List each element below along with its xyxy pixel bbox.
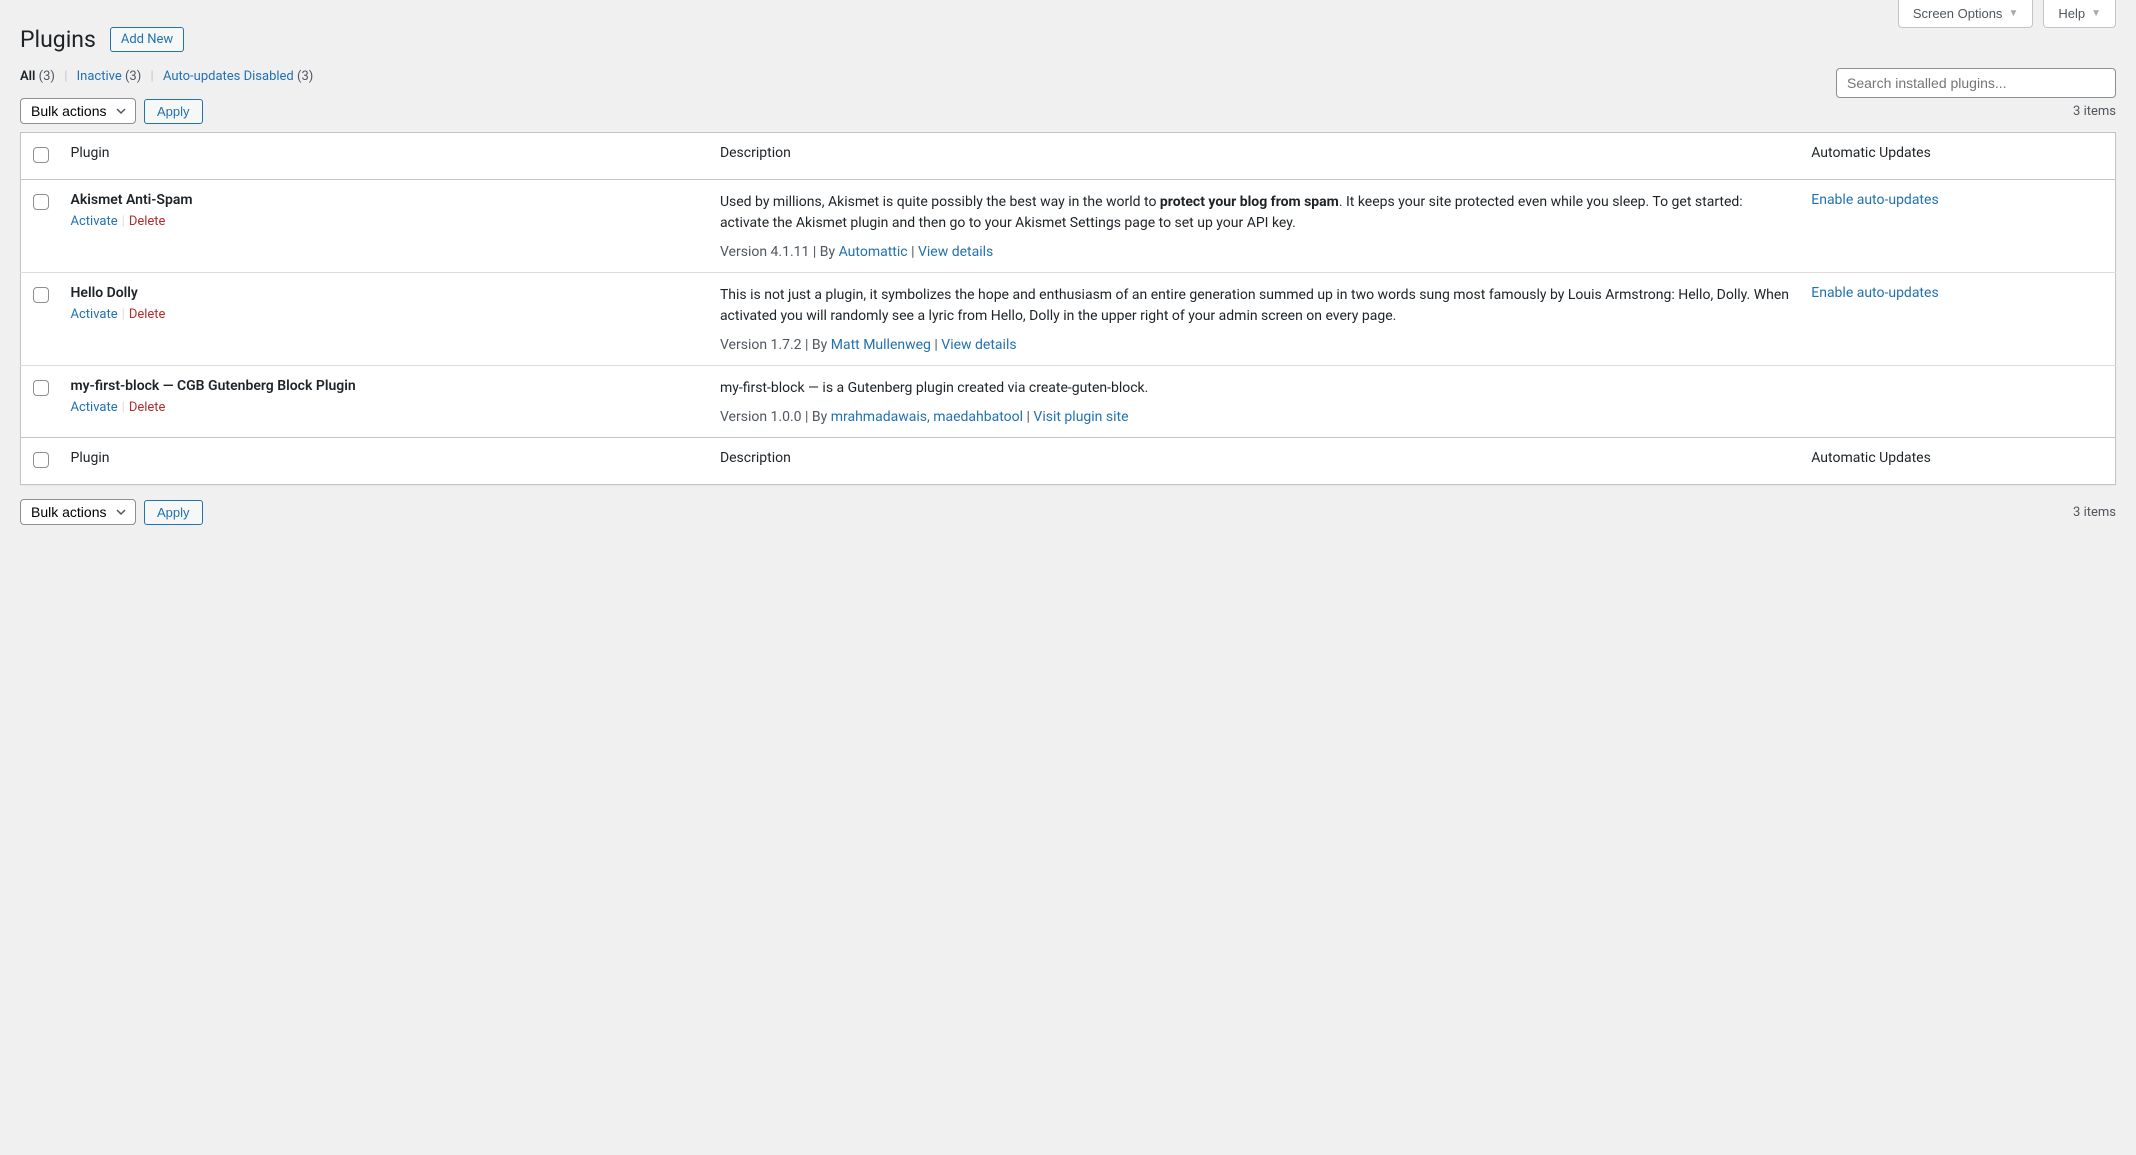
activate-link[interactable]: Activate <box>71 400 118 415</box>
delete-link[interactable]: Delete <box>129 214 166 229</box>
filter-all[interactable]: All <box>20 69 35 84</box>
delete-link[interactable]: Delete <box>129 307 166 322</box>
column-auto-updates: Automatic Updates <box>1801 133 2115 180</box>
plugin-author-link[interactable]: mrahmadawais, maedahbatool <box>831 409 1023 425</box>
select-all-bottom[interactable] <box>33 452 49 468</box>
help-label: Help <box>2058 6 2085 21</box>
column-plugin-footer: Plugin <box>61 438 710 485</box>
search-input[interactable] <box>1836 68 2116 98</box>
screen-options-label: Screen Options <box>1913 6 2003 21</box>
plugin-description: Used by millions, Akismet is quite possi… <box>720 192 1791 234</box>
activate-link[interactable]: Activate <box>71 214 118 229</box>
delete-link[interactable]: Delete <box>129 400 166 415</box>
plugin-name: Hello Dolly <box>71 285 700 301</box>
screen-options-button[interactable]: Screen Options ▼ <box>1898 0 2034 28</box>
apply-button-top[interactable]: Apply <box>144 99 203 124</box>
plugin-author-link[interactable]: Automattic <box>839 244 908 260</box>
table-row: my-first-block — CGB Gutenberg Block Plu… <box>21 366 2116 438</box>
plugin-meta: Version 1.0.0 | By mrahmadawais, maedahb… <box>720 409 1791 425</box>
plugin-details-link[interactable]: Visit plugin site <box>1033 409 1128 425</box>
plugin-meta: Version 1.7.2 | By Matt Mullenweg | View… <box>720 337 1791 353</box>
plugin-name: Akismet Anti-Spam <box>71 192 700 208</box>
filter-auto-updates-disabled[interactable]: Auto-updates Disabled <box>163 69 294 84</box>
row-checkbox[interactable] <box>33 194 49 210</box>
plugin-status-filters: All (3) | Inactive (3) | Auto-updates Di… <box>20 69 2116 84</box>
help-button[interactable]: Help ▼ <box>2043 0 2116 28</box>
chevron-down-icon: ▼ <box>2008 8 2018 19</box>
items-count-top: 3 items <box>2073 104 2116 119</box>
plugins-table: Plugin Description Automatic Updates Aki… <box>20 132 2116 485</box>
bulk-actions-select-bottom[interactable]: Bulk actions <box>20 499 136 525</box>
plugin-details-link[interactable]: View details <box>918 244 993 260</box>
row-checkbox[interactable] <box>33 287 49 303</box>
chevron-down-icon: ▼ <box>2091 8 2101 19</box>
column-auto-updates-footer: Automatic Updates <box>1801 438 2115 485</box>
plugin-details-link[interactable]: View details <box>941 337 1016 353</box>
column-description: Description <box>710 133 1801 180</box>
items-count-bottom: 3 items <box>2073 505 2116 520</box>
table-row: Akismet Anti-SpamActivate|DeleteUsed by … <box>21 180 2116 273</box>
table-row: Hello DollyActivate|DeleteThis is not ju… <box>21 273 2116 366</box>
column-plugin: Plugin <box>61 133 710 180</box>
filter-inactive[interactable]: Inactive <box>77 69 122 84</box>
row-checkbox[interactable] <box>33 380 49 396</box>
plugin-name: my-first-block — CGB Gutenberg Block Plu… <box>71 378 700 394</box>
bulk-actions-select-top[interactable]: Bulk actions <box>20 98 136 124</box>
plugin-description: This is not just a plugin, it symbolizes… <box>720 285 1791 327</box>
activate-link[interactable]: Activate <box>71 307 118 322</box>
plugin-meta: Version 4.1.11 | By Automattic | View de… <box>720 244 1791 260</box>
column-description-footer: Description <box>710 438 1801 485</box>
plugin-description: my-first-block — is a Gutenberg plugin c… <box>720 378 1791 399</box>
add-new-button[interactable]: Add New <box>110 27 184 52</box>
plugin-author-link[interactable]: Matt Mullenweg <box>831 337 931 353</box>
enable-auto-updates-link[interactable]: Enable auto-updates <box>1811 192 1938 208</box>
apply-button-bottom[interactable]: Apply <box>144 500 203 525</box>
select-all-top[interactable] <box>33 147 49 163</box>
page-title: Plugins <box>20 26 96 53</box>
enable-auto-updates-link[interactable]: Enable auto-updates <box>1811 285 1938 301</box>
